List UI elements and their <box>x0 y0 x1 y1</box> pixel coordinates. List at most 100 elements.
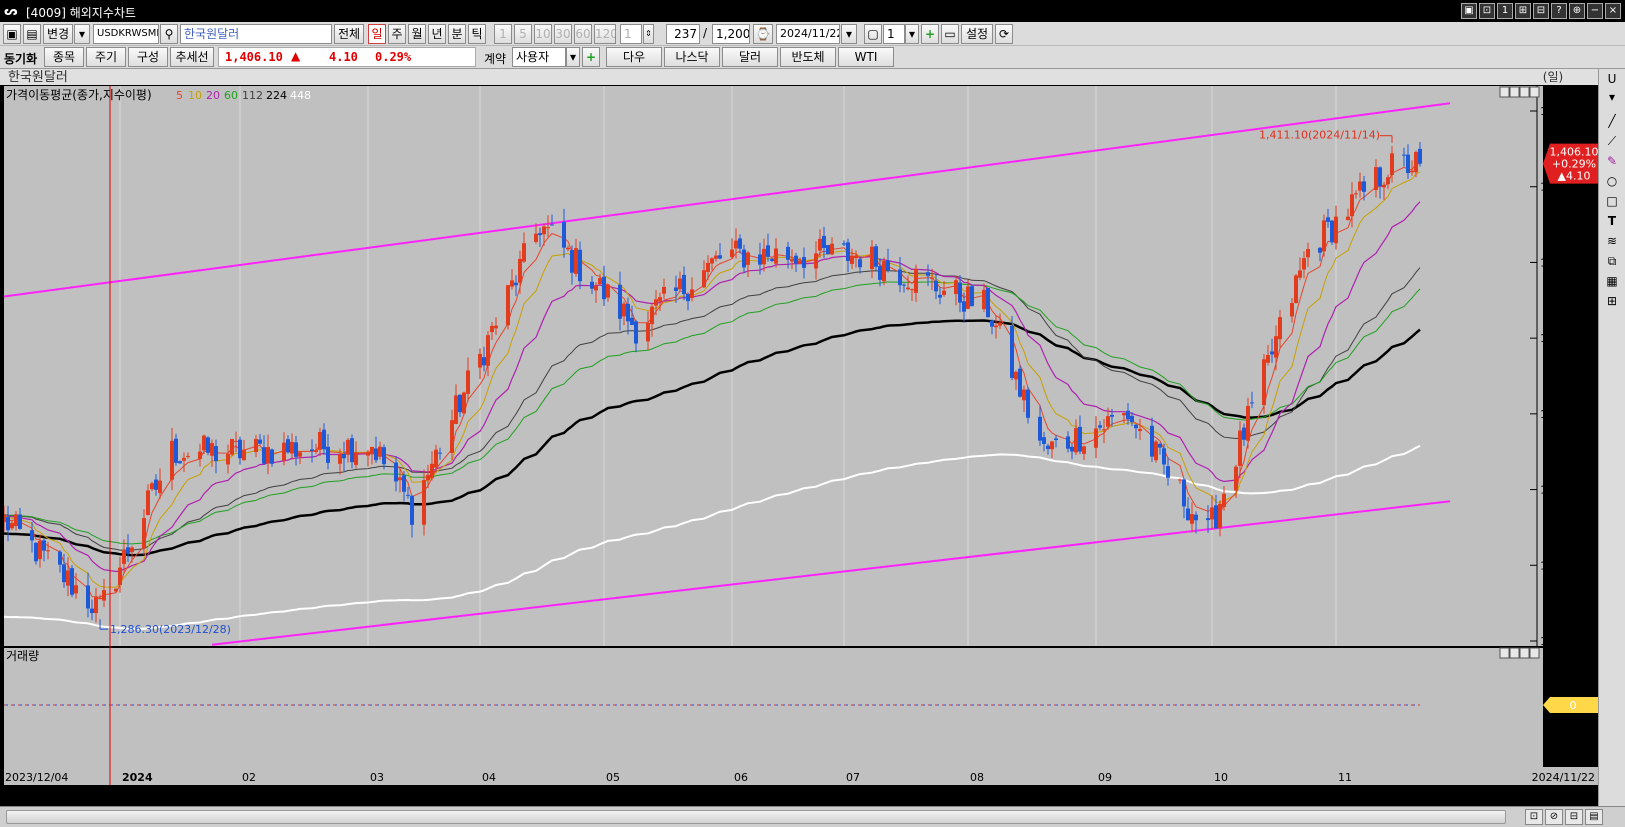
quick-semiconductor-button[interactable]: 반도체 <box>780 47 836 67</box>
volume-pane[interactable] <box>4 647 1543 767</box>
candle-body <box>1010 325 1014 378</box>
pane-icon-0-0[interactable] <box>1499 86 1510 98</box>
pane-icon-1-1[interactable] <box>1509 647 1520 659</box>
window-control-3[interactable]: ⊞ <box>1515 3 1531 19</box>
window-control-4[interactable]: ⊟ <box>1533 3 1549 19</box>
change-button[interactable]: 변경 <box>43 24 73 44</box>
add-quick-icon[interactable]: + <box>582 47 600 67</box>
date-picker-icon[interactable]: ⌚ <box>753 24 773 44</box>
minute-option-10[interactable]: 10 <box>534 24 552 44</box>
candle-body <box>198 451 202 460</box>
screen-count-input[interactable]: 1 <box>883 24 905 44</box>
window-control-6[interactable]: ⊕ <box>1569 3 1585 19</box>
image-tool-icon[interactable]: ▦ <box>1603 273 1621 290</box>
pane-icon-1-2[interactable] <box>1519 647 1530 659</box>
minute-option-5[interactable]: 5 <box>514 24 532 44</box>
price-chart[interactable]: 한국원달러 (일) 1,420.001,400.001,380.001,360.… <box>0 69 1598 806</box>
pane-icon-1-3[interactable] <box>1529 647 1540 659</box>
pane-icon-0-3[interactable] <box>1529 86 1540 98</box>
symbol-name-field[interactable]: 한국원달러 <box>180 24 332 44</box>
candle-body <box>426 474 430 481</box>
screen-count-dropdown-icon[interactable]: ▾ <box>905 24 919 44</box>
scrollbar-thumb[interactable] <box>6 810 1506 824</box>
compose-button[interactable]: 구성 <box>128 47 168 67</box>
add-icon[interactable]: + <box>921 24 939 44</box>
candle-body <box>478 353 482 368</box>
quick-nasdaq-button[interactable]: 나스닥 <box>664 47 720 67</box>
zoom-in-icon[interactable]: ⊡ <box>1525 809 1543 825</box>
layout-icon[interactable]: ▣ <box>3 24 21 44</box>
horizontal-scrollbar[interactable]: ⊡ ⊘ ⊟ ▤ <box>0 806 1625 827</box>
trendline-tool-icon[interactable]: ╱ <box>1603 113 1621 130</box>
quick-dollar-button[interactable]: 달러 <box>722 47 778 67</box>
fibonacci-tool-icon[interactable]: ≋ <box>1603 233 1621 250</box>
pane-icon-0-1[interactable] <box>1509 86 1520 98</box>
window-control-2[interactable]: 1 <box>1497 3 1513 19</box>
candle-body <box>1302 258 1306 270</box>
interval-input[interactable]: 1 <box>620 24 642 44</box>
tab-month[interactable]: 월 <box>408 24 426 44</box>
candle-body <box>858 259 862 268</box>
quick-dow-button[interactable]: 다우 <box>606 47 662 67</box>
candle-body <box>326 446 330 463</box>
text-tool-icon[interactable]: T <box>1603 213 1621 230</box>
count-input[interactable]: 237 <box>666 24 700 44</box>
zoom-tool-icon[interactable]: ⊘ <box>1545 809 1563 825</box>
interval-stepper[interactable]: ⇕ <box>643 24 654 44</box>
window-control-7[interactable]: − <box>1587 3 1603 19</box>
sidebar-collapse-icon[interactable]: ▾ <box>1603 89 1621 106</box>
symbol-code-input[interactable]: USDKRWSMBS <box>93 24 159 44</box>
settings-button[interactable]: 설정 <box>961 24 993 44</box>
candle-body <box>14 514 18 527</box>
minute-option-30[interactable]: 30 <box>554 24 572 44</box>
candle-body <box>286 439 290 453</box>
minute-option-1[interactable]: 1 <box>494 24 512 44</box>
ellipse-tool-icon[interactable]: ○ <box>1603 173 1621 190</box>
candle-body <box>226 453 230 465</box>
candle-body <box>1094 428 1098 448</box>
account-select[interactable]: 사용자 <box>512 47 566 67</box>
window-control-5[interactable]: ? <box>1551 3 1567 19</box>
date-input[interactable]: 2024/11/22 <box>776 24 840 44</box>
candle-body <box>46 550 50 552</box>
window-control-1[interactable]: ⊡ <box>1479 3 1495 19</box>
tab-year[interactable]: 년 <box>428 24 446 44</box>
copy-tool-icon[interactable]: ⧉ <box>1603 253 1621 270</box>
candle-body <box>1070 446 1074 452</box>
minute-option-120[interactable]: 120 <box>594 24 616 44</box>
candle-body <box>1046 445 1050 450</box>
quick-wti-button[interactable]: WTI <box>838 47 894 67</box>
screen-icon[interactable]: ▤ <box>23 24 41 44</box>
pane-icon-0-2[interactable] <box>1519 86 1530 98</box>
ray-tool-icon[interactable]: ⟋ <box>1603 133 1621 150</box>
save-icon[interactable]: ▭ <box>941 24 959 44</box>
scroll-end-icon[interactable]: ▤ <box>1585 809 1603 825</box>
candle-body <box>550 224 554 226</box>
measure-tool-icon[interactable]: ⊞ <box>1603 293 1621 310</box>
tab-tick[interactable]: 틱 <box>468 24 486 44</box>
tab-day[interactable]: 일 <box>368 24 386 44</box>
tab-week[interactable]: 주 <box>388 24 406 44</box>
refresh-icon[interactable]: ⟳ <box>995 24 1013 44</box>
trendline-button[interactable]: 추세선 <box>170 47 214 67</box>
pane-icon-1-0[interactable] <box>1499 647 1510 659</box>
date-dropdown-icon[interactable]: ▾ <box>841 24 857 44</box>
search-icon[interactable]: ⚲ <box>160 24 178 44</box>
chevron-down-icon[interactable]: ▾ <box>74 24 90 44</box>
screen-count-icon[interactable]: ▢ <box>864 24 882 44</box>
sidebar-toggle-icon[interactable]: U <box>1603 71 1621 88</box>
window-control-0[interactable]: ▣ <box>1461 3 1477 19</box>
window-control-8[interactable]: × <box>1605 3 1621 19</box>
item-button[interactable]: 종목 <box>44 47 84 67</box>
candle-body <box>1022 389 1026 401</box>
account-dropdown-icon[interactable]: ▾ <box>566 47 580 67</box>
count-max-field[interactable]: 1,200 <box>712 24 750 44</box>
tab-minute[interactable]: 분 <box>448 24 466 44</box>
all-button[interactable]: 전체 <box>334 24 364 44</box>
pencil-tool-icon[interactable]: ✎ <box>1603 153 1621 170</box>
zoom-out-icon[interactable]: ⊟ <box>1565 809 1583 825</box>
period-button[interactable]: 주기 <box>86 47 126 67</box>
minute-option-60[interactable]: 60 <box>574 24 592 44</box>
rectangle-tool-icon[interactable]: □ <box>1603 193 1621 210</box>
chart-area[interactable]: 한국원달러 (일) 1,420.00 1,400.00 1,380.00 1,360.… <box>0 69 1625 827</box>
